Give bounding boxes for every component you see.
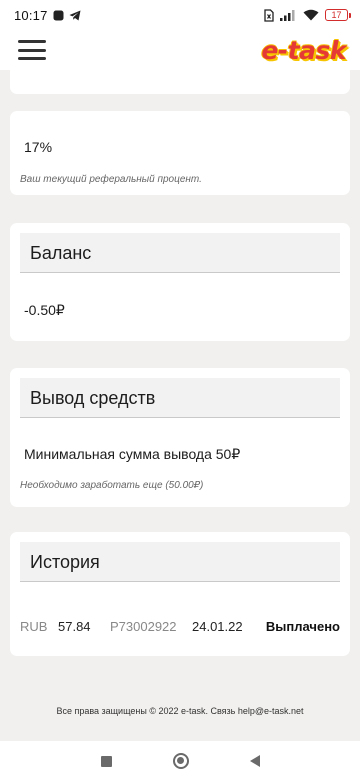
balance-value: -0.50₽ [24, 302, 65, 318]
withdraw-title: Вывод средств [20, 378, 340, 418]
history-amount: 57.84 [58, 619, 91, 634]
notification-app-icon [53, 10, 64, 20]
history-currency: RUB [20, 619, 48, 634]
status-time: 10:17 [14, 7, 48, 23]
referral-card: 17% Ваш текущий реферальный процент. [10, 111, 350, 195]
previous-card-bottom [10, 70, 350, 94]
history-account: P73002922 [110, 619, 177, 634]
history-status: Выплачено [265, 619, 340, 634]
recent-apps-icon[interactable] [100, 755, 112, 767]
history-title: История [20, 542, 340, 582]
no-sim-icon [264, 8, 274, 22]
status-left: 10:17 [14, 8, 81, 23]
app-header: e-task [0, 30, 360, 70]
history-date: 24.01.22 [192, 619, 243, 634]
home-icon[interactable] [172, 753, 189, 769]
withdraw-card: Вывод средств Минимальная сумма вывода 5… [10, 368, 350, 507]
signal-icon [280, 10, 295, 21]
navigation-bar [0, 741, 360, 781]
telegram-icon [69, 10, 81, 20]
status-bar: 10:17 17 [0, 0, 360, 30]
referral-percent: 17% [24, 139, 53, 155]
battery-icon: 17 [325, 9, 351, 21]
history-card: История RUB 57.84 P73002922 24.01.22 Вып… [10, 532, 350, 656]
history-row: RUB 57.84 P73002922 24.01.22 Выплачено [20, 619, 340, 634]
site-logo[interactable]: e-task [261, 36, 346, 65]
back-icon[interactable] [249, 755, 260, 767]
referral-note: Ваш текущий реферальный процент. [20, 174, 202, 185]
footer-text: Все права защищены © 2022 e-task. Связь … [56, 706, 304, 716]
balance-card: Баланс -0.50₽ [10, 223, 350, 341]
hamburger-menu-icon[interactable] [18, 40, 46, 60]
balance-title: Баланс [20, 233, 340, 273]
withdraw-note: Необходимо заработать еще (50.00₽) [20, 480, 204, 491]
wifi-icon [303, 9, 319, 21]
status-right: 17 [264, 8, 351, 22]
withdraw-minimum: Минимальная сумма вывода 50₽ [24, 446, 241, 462]
